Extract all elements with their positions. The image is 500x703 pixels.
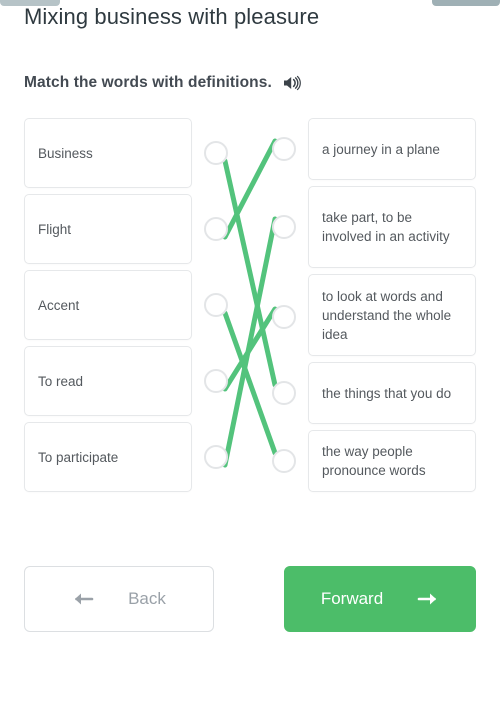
back-button[interactable]: Back <box>24 566 214 632</box>
connection-lines-layer <box>204 137 296 473</box>
match-node-r1[interactable] <box>272 137 296 161</box>
instruction-row: Match the words with definitions. <box>24 73 302 93</box>
match-node-l1[interactable] <box>204 141 228 165</box>
match-node-r4[interactable] <box>272 381 296 405</box>
match-node-l2[interactable] <box>204 217 228 241</box>
match-node-r3[interactable] <box>272 305 296 329</box>
forward-button-label: Forward <box>320 589 384 608</box>
matching-exercise-area: Business Flight Accent To read To partic… <box>0 118 500 492</box>
forward-button[interactable]: Forward <box>284 566 476 632</box>
back-button-label: Back <box>128 589 166 608</box>
match-node-r5[interactable] <box>272 449 296 473</box>
arrow-right-icon <box>417 589 439 609</box>
match-node-l3[interactable] <box>204 293 228 317</box>
instruction-text: Match the words with definitions. <box>24 74 272 91</box>
arrow-left-icon <box>72 589 94 609</box>
match-lines <box>222 138 278 468</box>
match-node-l4[interactable] <box>204 369 228 393</box>
chrome-tab-right[interactable] <box>432 0 500 6</box>
match-node-l5[interactable] <box>204 445 228 469</box>
page-title: Mixing business with pleasure <box>24 4 320 29</box>
navigation-footer: Back Forward <box>0 566 500 638</box>
speaker-audio-icon[interactable] <box>282 73 302 93</box>
exercise-page: Mixing business with pleasure Match the … <box>0 0 500 703</box>
match-node-r2[interactable] <box>272 215 296 239</box>
